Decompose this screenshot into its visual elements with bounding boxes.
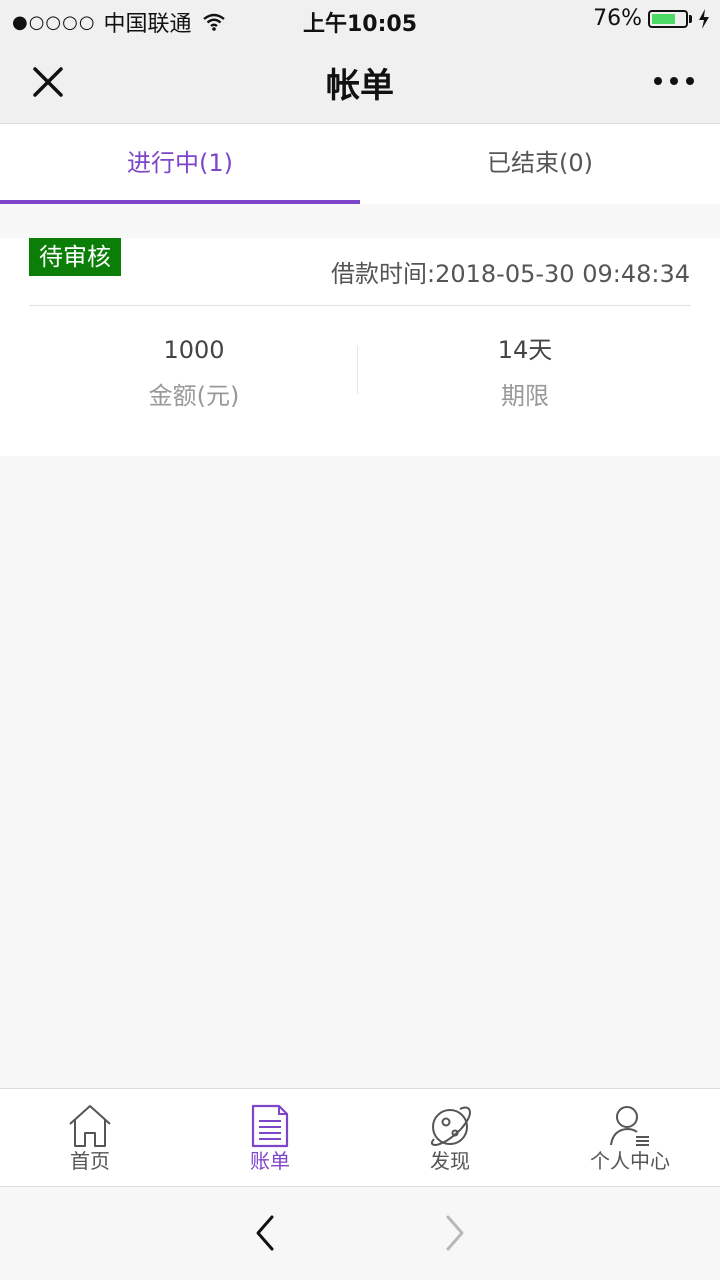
term-label: 期限 [501,382,549,410]
battery-cap [689,14,692,23]
tab-finished[interactable]: 已结束(0) [360,124,720,204]
chevron-right-icon[interactable] [440,1213,470,1253]
term-stat: 14天 期限 [360,334,690,412]
bottom-tab-home[interactable]: 首页 [0,1089,180,1187]
bottom-tab-bill-label: 账单 [250,1149,290,1173]
card-divider [29,305,691,306]
page-title: 帐单 [326,66,394,106]
battery-percent: 76% [593,6,642,31]
user-icon [610,1106,649,1146]
battery-fill [652,13,676,24]
term-value: 14天 [497,336,553,364]
amount-label: 金额(元) [148,382,240,410]
bottom-tab-profile-label: 个人中心 [590,1149,670,1173]
nav-bar: 帐单 [0,40,720,124]
status-right: 76% [593,6,710,31]
home-icon [69,1105,111,1147]
more-icon[interactable] [650,66,698,96]
bill-icon [251,1104,289,1148]
chevron-left-icon[interactable] [250,1213,280,1253]
bill-card[interactable]: 待审核 借款时间:2018-05-30 09:48:34 1000 金额(元) … [0,238,720,456]
amount-stat: 1000 金额(元) [29,334,359,412]
bottom-tab-discover-label: 发现 [430,1149,470,1173]
bottom-tab-profile[interactable]: 个人中心 [540,1089,720,1187]
charging-icon [699,8,709,29]
active-tab-indicator [0,200,360,204]
bottom-tab-bar: 首页 账单 发现 个人中心 [0,1088,720,1186]
bottom-tab-home-label: 首页 [70,1149,110,1173]
loan-time: 借款时间:2018-05-30 09:48:34 [331,260,690,288]
bottom-tab-bill[interactable]: 账单 [180,1089,360,1187]
battery-icon [648,9,688,28]
status-badge: 待审核 [29,238,121,276]
planet-icon [430,1106,471,1147]
status-tabs: 进行中(1) 已结束(0) [0,124,720,204]
status-bar: ●○○○○ 中国联通 上午10:05 76% [0,0,720,40]
bottom-tab-discover[interactable]: 发现 [360,1089,540,1187]
browser-toolbar [0,1186,720,1280]
amount-value: 1000 [163,336,225,364]
stat-separator [357,346,358,394]
tab-in-progress[interactable]: 进行中(1) [0,124,360,204]
